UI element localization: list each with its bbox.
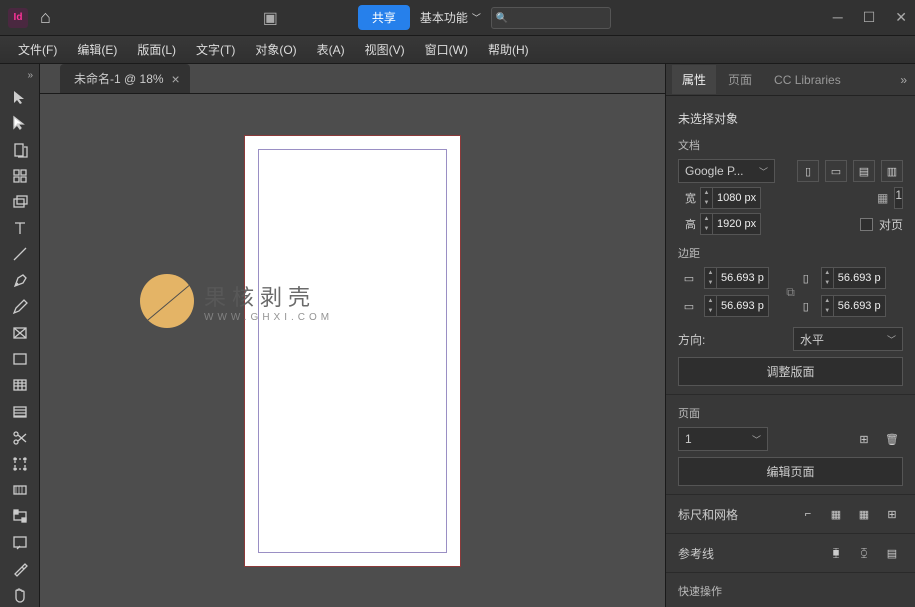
margin-bottom-icon: ▭ [678,295,700,317]
grid-frame-tool[interactable] [6,373,34,397]
margin-right-icon: ▯ [795,295,817,317]
tools-panel: » [0,64,40,607]
guide-icon-3[interactable]: ▤ [881,542,903,564]
width-input[interactable]: ▲▼ 1080 px [700,187,761,209]
horizontal-grid-tool[interactable] [6,399,34,423]
pen-tool[interactable] [6,268,34,292]
cloud-doc-icon[interactable]: ▣ [263,8,278,28]
rectangle-tool[interactable] [6,347,34,371]
guides-section-label: 参考线 [678,545,714,562]
page-binding-right-button[interactable]: ▥ [881,160,903,182]
page-number-dropdown[interactable]: 1﹀ [678,427,768,451]
orientation-dropdown[interactable]: 水平﹀ [793,327,903,351]
orientation-portrait-button[interactable]: ▯ [797,160,819,182]
orientation-label: 方向: [678,331,705,348]
menu-type[interactable]: 文字(T) [186,37,245,62]
pages-count-input[interactable]: 1 [894,187,903,209]
gap-tool[interactable] [6,164,34,188]
chevron-down-icon: ﹀ [472,11,481,24]
selection-tool[interactable] [6,85,34,109]
menu-object[interactable]: 对象(O) [245,37,306,62]
menu-edit[interactable]: 编辑(E) [67,37,127,62]
edit-pages-button[interactable]: 编辑页面 [678,457,903,486]
doc-section-label: 文档 [678,137,903,153]
margin-top-input[interactable]: ▲▼56.693 p [704,267,769,289]
document-tabs: 未命名-1 @ 18% × [40,64,665,94]
margin-left-input[interactable]: ▲▼56.693 p [821,267,886,289]
watermark-logo [140,274,194,328]
page-binding-left-button[interactable]: ▤ [853,160,875,182]
rulers-section-label: 标尺和网格 [678,506,738,523]
search-input[interactable] [491,7,611,29]
guide-icon-2[interactable]: ⧲ [853,542,875,564]
canvas-area[interactable]: 果核剥壳 WWW.GHXI.COM [40,94,665,607]
guide-icon-1[interactable]: ⧯ [825,542,847,564]
no-selection-label: 未选择对象 [678,110,903,127]
tab-pages[interactable]: 页面 [718,65,762,94]
menu-bar: 文件(F) 编辑(E) 版面(L) 文字(T) 对象(O) 表(A) 视图(V)… [0,36,915,64]
margin-left-icon: ▯ [795,267,817,289]
margin-bottom-input[interactable]: ▲▼56.693 p [704,295,769,317]
facing-pages-checkbox[interactable] [860,218,873,231]
ruler-icon-1[interactable]: ⌐ [797,503,819,525]
pencil-tool[interactable] [6,295,34,319]
menu-help[interactable]: 帮助(H) [478,37,539,62]
new-page-icon[interactable]: ⊞ [853,428,875,450]
height-input[interactable]: ▲▼ 1920 px [700,213,761,235]
note-tool[interactable] [6,530,34,554]
rectangle-frame-tool[interactable] [6,321,34,345]
workspace-switcher[interactable]: 基本功能 ﹀ [420,9,481,26]
type-tool[interactable] [6,216,34,240]
minimize-button[interactable]: ─ [833,9,843,26]
home-button[interactable]: ⌂ [40,7,51,28]
ruler-icon-2[interactable]: ▦ [825,503,847,525]
menu-layout[interactable]: 版面(L) [127,37,186,62]
page-tool[interactable] [6,137,34,161]
delete-page-icon[interactable]: 🗑 [881,428,903,450]
quick-actions-label: 快速操作 [678,583,903,599]
close-button[interactable]: ✕ [895,9,907,26]
content-collector-tool[interactable] [6,190,34,214]
line-tool[interactable] [6,242,34,266]
pages-icon: ▦ [877,191,888,205]
margin-right-input[interactable]: ▲▼56.693 p [821,295,886,317]
maximize-button[interactable]: ☐ [863,9,876,26]
panel-collapse-icon[interactable]: » [892,69,915,91]
direct-selection-tool[interactable] [6,111,34,135]
eyedropper-tool[interactable] [6,557,34,581]
preset-dropdown[interactable]: Google P...﹀ [678,159,775,183]
document-tab[interactable]: 未命名-1 @ 18% × [60,64,190,93]
menu-file[interactable]: 文件(F) [8,37,67,62]
tab-close-icon[interactable]: × [172,71,180,87]
tab-cc-libraries[interactable]: CC Libraries [764,67,851,93]
tab-properties[interactable]: 属性 [672,65,716,94]
ruler-icon-4[interactable]: ⊞ [881,503,903,525]
link-margins-icon[interactable]: ⧉ [786,285,795,300]
menu-table[interactable]: 表(A) [307,37,355,62]
orientation-landscape-button[interactable]: ▭ [825,160,847,182]
app-logo: Id [8,8,28,28]
page [245,136,460,566]
pages-section-label: 页面 [678,405,903,421]
gradient-swatch-tool[interactable] [6,478,34,502]
title-bar: Id ⌂ ▣ 共享 基本功能 ﹀ ─ ☐ ✕ [0,0,915,36]
page-margins-guide [258,149,447,553]
height-label: 高 [678,216,696,232]
adjust-layout-button[interactable]: 调整版面 [678,357,903,386]
margins-label: 边距 [678,245,903,261]
margin-top-icon: ▭ [678,267,700,289]
menu-window[interactable]: 窗口(W) [415,37,478,62]
share-button[interactable]: 共享 [358,5,410,30]
menu-view[interactable]: 视图(V) [355,37,415,62]
tools-expand-icon[interactable]: » [25,68,35,83]
gradient-feather-tool[interactable] [6,504,34,528]
facing-pages-label: 对页 [879,216,903,233]
properties-panel: 属性 页面 CC Libraries » 未选择对象 文档 Google P..… [665,64,915,607]
ruler-icon-3[interactable]: ▦ [853,503,875,525]
scissors-tool[interactable] [6,426,34,450]
width-label: 宽 [678,190,696,206]
hand-tool[interactable] [6,583,34,607]
free-transform-tool[interactable] [6,452,34,476]
